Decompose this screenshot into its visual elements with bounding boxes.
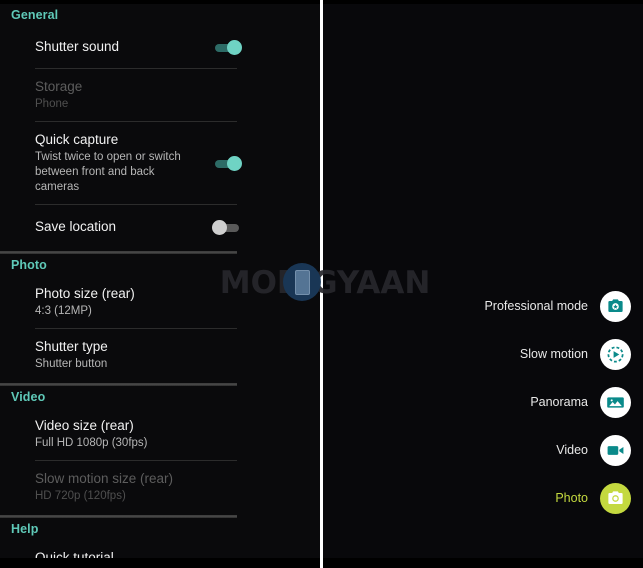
camera-mode-label: Professional mode bbox=[484, 299, 588, 313]
camera-mode-panorama[interactable]: Panorama bbox=[331, 378, 631, 426]
photo-camera-icon[interactable] bbox=[600, 482, 631, 514]
setting-row-photo-size[interactable]: Photo size (rear) 4:3 (12MP) bbox=[0, 276, 320, 328]
setting-title: Slow motion size (rear) bbox=[35, 471, 174, 486]
setting-subtitle: Twist twice to open or switch between fr… bbox=[35, 151, 181, 193]
section-header-photo: Photo bbox=[11, 258, 47, 272]
toggle-thumb bbox=[227, 156, 242, 171]
setting-subtitle: HD 720p (120fps) bbox=[35, 490, 126, 502]
navigation-bar-bottom bbox=[323, 558, 643, 568]
camera-mode-label: Video bbox=[556, 443, 588, 457]
panorama-icon[interactable] bbox=[600, 386, 631, 418]
save-location-toggle[interactable] bbox=[212, 220, 244, 235]
toggle-thumb bbox=[212, 220, 227, 235]
section-header-video: Video bbox=[11, 390, 46, 404]
slow-motion-icon[interactable] bbox=[600, 338, 631, 370]
camera-viewfinder-panel: Professional mode Slow motion Panorama V… bbox=[323, 0, 643, 568]
setting-row-quick-capture[interactable]: Quick capture Twist twice to open or swi… bbox=[0, 122, 320, 204]
quick-capture-toggle[interactable] bbox=[212, 156, 244, 171]
setting-title: Photo size (rear) bbox=[35, 286, 135, 301]
setting-row-save-location[interactable]: Save location bbox=[0, 205, 320, 249]
camera-mode-photo[interactable]: Photo bbox=[331, 474, 631, 522]
setting-title: Storage bbox=[35, 79, 83, 94]
camera-mode-slow-motion[interactable]: Slow motion bbox=[331, 330, 631, 378]
setting-title: Shutter type bbox=[35, 339, 108, 354]
setting-subtitle: Full HD 1080p (30fps) bbox=[35, 437, 148, 449]
setting-title: Video size (rear) bbox=[35, 418, 134, 433]
camera-mode-list: Professional mode Slow motion Panorama V… bbox=[331, 282, 631, 522]
setting-row-slow-motion-size: Slow motion size (rear) HD 720p (120fps) bbox=[0, 461, 320, 513]
video-camera-icon[interactable] bbox=[600, 434, 631, 466]
section-header-general: General bbox=[11, 8, 59, 22]
section-header-help: Help bbox=[11, 522, 39, 536]
toggle-thumb bbox=[227, 40, 242, 55]
setting-row-storage: Storage Phone bbox=[0, 69, 320, 121]
shutter-sound-toggle[interactable] bbox=[212, 40, 244, 55]
setting-subtitle: Shutter button bbox=[35, 358, 108, 370]
camera-mode-label: Panorama bbox=[530, 395, 588, 409]
camera-settings-panel: General Shutter sound Storage Phone Quic… bbox=[0, 0, 320, 568]
setting-subtitle: Phone bbox=[35, 98, 69, 110]
camera-mode-video[interactable]: Video bbox=[331, 426, 631, 474]
screenshot-root: General Shutter sound Storage Phone Quic… bbox=[0, 0, 643, 568]
camera-mode-professional[interactable]: Professional mode bbox=[331, 282, 631, 330]
setting-title: Shutter sound bbox=[35, 39, 120, 54]
camera-mode-label: Photo bbox=[555, 491, 588, 505]
setting-row-video-size[interactable]: Video size (rear) Full HD 1080p (30fps) bbox=[0, 408, 320, 460]
settings-list: General Shutter sound Storage Phone Quic… bbox=[0, 4, 320, 568]
setting-row-shutter-type[interactable]: Shutter type Shutter button bbox=[0, 329, 320, 381]
setting-subtitle: 4:3 (12MP) bbox=[35, 305, 92, 317]
status-bar-top bbox=[323, 0, 643, 4]
camera-mode-label: Slow motion bbox=[519, 347, 588, 361]
setting-title: Save location bbox=[35, 219, 117, 234]
professional-camera-icon[interactable] bbox=[600, 290, 631, 322]
navigation-bar-bottom bbox=[0, 558, 320, 568]
setting-row-shutter-sound[interactable]: Shutter sound bbox=[0, 26, 320, 68]
setting-title: Quick capture bbox=[35, 132, 119, 147]
